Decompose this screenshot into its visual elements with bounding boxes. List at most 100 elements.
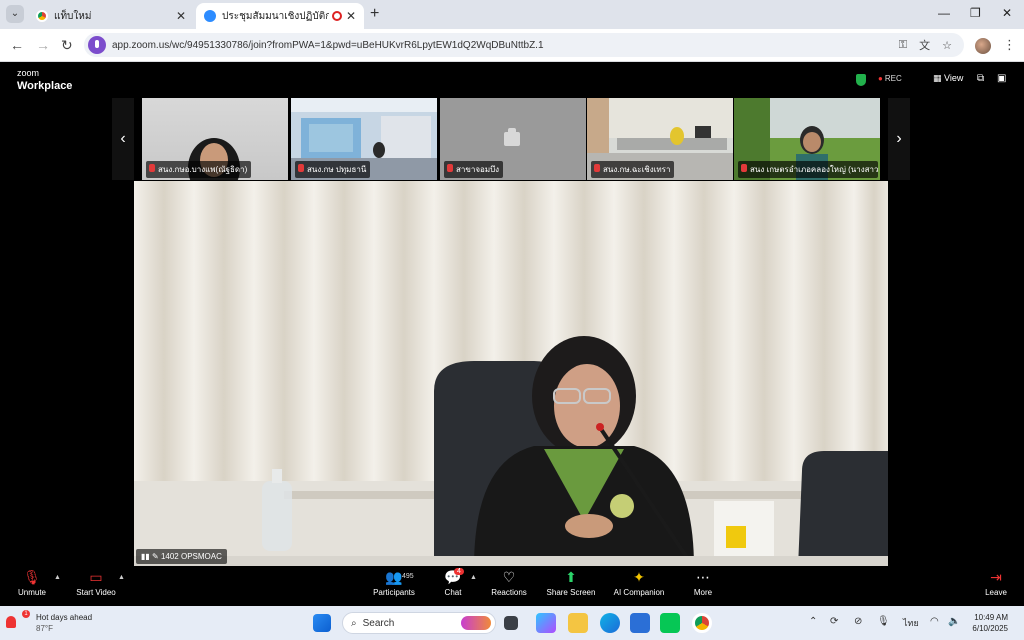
tab-title: แท็บใหม่ [54, 10, 92, 22]
password-key-icon[interactable]: ⚿ [899, 39, 907, 52]
recording-badge: REC [878, 74, 902, 83]
filmstrip-next-arrow[interactable]: › [888, 98, 910, 180]
video-tile[interactable]: สนง.กษ ปทุมธานี [291, 98, 437, 180]
video-options-chevron-icon[interactable]: ▲ [118, 574, 125, 581]
share-screen-button[interactable]: ⬆ Share Screen [545, 566, 597, 606]
more-button[interactable]: ⋯ More [690, 566, 716, 606]
participant-name: สนง เกษตรอำเภอคลองใหญ่ (นางสาว [738, 161, 878, 178]
line-app-icon[interactable] [660, 613, 680, 633]
weather-temp: 87°F [36, 624, 53, 633]
main-participant-name-text: 1402 OPSMOAC [160, 552, 222, 561]
ai-companion-button[interactable]: ✦ AI Companion [611, 566, 667, 606]
fullscreen-icon[interactable]: ▣ [997, 73, 1006, 84]
audio-options-chevron-icon[interactable]: ▲ [54, 574, 61, 581]
microphone-icon[interactable]: 🎙 [877, 616, 890, 627]
language-indicator[interactable]: ไทย [903, 616, 919, 630]
minimize-button[interactable]: — [938, 6, 950, 20]
encryption-shield-icon[interactable] [856, 74, 866, 86]
participant-name-text: สนง.กษ.ฉะเชิงเทรา [603, 165, 671, 174]
participant-name: สนง.กษ ปทุมธานี [295, 161, 371, 178]
weather-badge: 1 [22, 610, 30, 618]
leave-button[interactable]: ⇥ Leave [982, 566, 1010, 606]
reactions-button[interactable]: ♡ Reactions [489, 566, 529, 606]
start-video-button[interactable]: ▭ Start Video [70, 566, 122, 606]
file-explorer-icon[interactable] [568, 613, 588, 633]
main-speaker-video[interactable] [134, 181, 888, 568]
microphone-in-use-icon[interactable] [88, 36, 106, 54]
video-tile[interactable]: สนง.กษ.ฉะเชิงเทรา [587, 98, 733, 180]
participants-count: 495 [402, 573, 414, 580]
muted-mic-icon: 🎙 [23, 569, 41, 585]
meeting-toolbar: 🎙 Unmute ▲ ▭ Start Video ▲ 👥 Participant… [0, 566, 1024, 606]
chat-options-chevron-icon[interactable]: ▲ [470, 574, 477, 581]
more-label: More [693, 588, 713, 597]
volume-icon[interactable]: 🔈 [948, 616, 960, 627]
zoom-header: zoom Workplace REC ▦ View ⧉ ▣ [0, 62, 1024, 98]
start-video-label: Start Video [76, 588, 116, 597]
reactions-label: Reactions [491, 588, 527, 597]
video-tile[interactable]: สนง.กษอ.บางแพ(ณัฐธิดา) [142, 98, 288, 180]
chrome-taskbar-icon[interactable] [692, 613, 712, 633]
translate-icon[interactable]: 文 [919, 37, 930, 53]
participant-name-text: สาขาจอมบึง [456, 165, 500, 174]
sync-icon[interactable]: ⟳ [830, 616, 838, 627]
close-tab-icon[interactable]: ✕ [346, 9, 356, 23]
view-button[interactable]: ▦ View [933, 73, 963, 84]
bookmark-star-icon[interactable]: ☆ [942, 39, 952, 52]
forward-arrow-icon[interactable]: → [36, 37, 50, 53]
tab-new-tab[interactable]: แท็บใหม่ ✕ [28, 3, 194, 29]
address-bar-row: ← → ↻ app.zoom.us/wc/94951330786/join?fr… [0, 29, 1024, 62]
meet-now-icon[interactable]: ⊘ [854, 616, 862, 627]
brand-line-1: zoom [17, 68, 40, 78]
start-windows-icon[interactable] [313, 614, 331, 632]
chat-label: Chat [444, 588, 462, 597]
muted-mic-icon [594, 164, 600, 172]
share-screen-icon: ⬆ [565, 569, 577, 585]
task-view-icon[interactable] [504, 616, 518, 630]
participant-name: สนง.กษ.ฉะเชิงเทรา [591, 161, 675, 178]
new-tab-button[interactable]: + [370, 5, 379, 23]
close-tab-icon[interactable]: ✕ [176, 9, 186, 23]
back-arrow-icon[interactable]: ← [10, 37, 24, 53]
restore-button[interactable]: ❐ [970, 6, 981, 20]
muted-mic-icon [149, 164, 155, 172]
tab-zoom-meeting[interactable]: ประชุมสัมมนาเชิงปฏิบัติการ เรื่อง ✕ [196, 3, 364, 29]
unmute-button[interactable]: 🎙 Unmute [12, 566, 52, 606]
recording-icon [331, 11, 342, 21]
search-icon: ⌕ [351, 617, 357, 629]
unmute-label: Unmute [17, 588, 46, 597]
participants-button[interactable]: 👥 Participants [370, 566, 418, 606]
url-text[interactable]: app.zoom.us/wc/94951330786/join?fromPWA=… [112, 40, 899, 51]
layout-icon[interactable]: ⧉ [977, 73, 984, 84]
clock-time: 10:49 AM [974, 613, 1008, 622]
chat-unread-badge: 4 [454, 568, 464, 575]
weather-widget[interactable]: Hot days ahead 87°F [36, 612, 92, 634]
filmstrip-prev-arrow[interactable]: ‹ [112, 98, 134, 180]
leave-label: Leave [985, 588, 1007, 597]
main-participant-name: ▮▮ ✎ 1402 OPSMOAC [136, 549, 227, 564]
more-dots-icon: ⋯ [696, 569, 710, 585]
show-hidden-icons-chevron[interactable]: ⌃ [809, 616, 817, 627]
video-off-icon: ▭ [89, 569, 103, 585]
copilot-icon[interactable] [536, 613, 556, 633]
profile-avatar[interactable] [975, 38, 991, 54]
zoom-workplace-logo: zoom Workplace [17, 68, 72, 92]
menu-kebab-icon[interactable]: ⋮ [1003, 37, 1016, 53]
video-tile[interactable]: สาขาจอมบึง [440, 98, 586, 180]
windows-taskbar: 1 Hot days ahead 87°F ⌕ Search ⌃ ⟳ ⊘ 🎙 ไ… [0, 606, 1024, 640]
edge-icon[interactable] [600, 613, 620, 633]
participant-name-text: สนง.กษ ปทุมธานี [307, 165, 367, 174]
close-window-button[interactable]: ✕ [1002, 6, 1012, 20]
store-icon[interactable] [630, 613, 650, 633]
participant-name-text: สนง เกษตรอำเภอคลองใหญ่ (นางสาว [750, 165, 878, 174]
search-placeholder: Search [362, 617, 395, 629]
weather-title: Hot days ahead [36, 613, 93, 622]
tab-search-icon[interactable]: ⌄ [6, 5, 24, 23]
video-tile[interactable]: สนง เกษตรอำเภอคลองใหญ่ (นางสาว [734, 98, 880, 180]
wifi-icon[interactable]: ◠ [930, 616, 939, 627]
url-bar[interactable]: app.zoom.us/wc/94951330786/join?fromPWA=… [84, 33, 964, 57]
reload-icon[interactable]: ↻ [61, 37, 73, 54]
taskbar-search-box[interactable]: ⌕ Search [342, 612, 496, 634]
system-clock[interactable]: 10:49 AM 6/10/2025 [964, 612, 1008, 634]
participants-label: Participants [373, 588, 415, 597]
